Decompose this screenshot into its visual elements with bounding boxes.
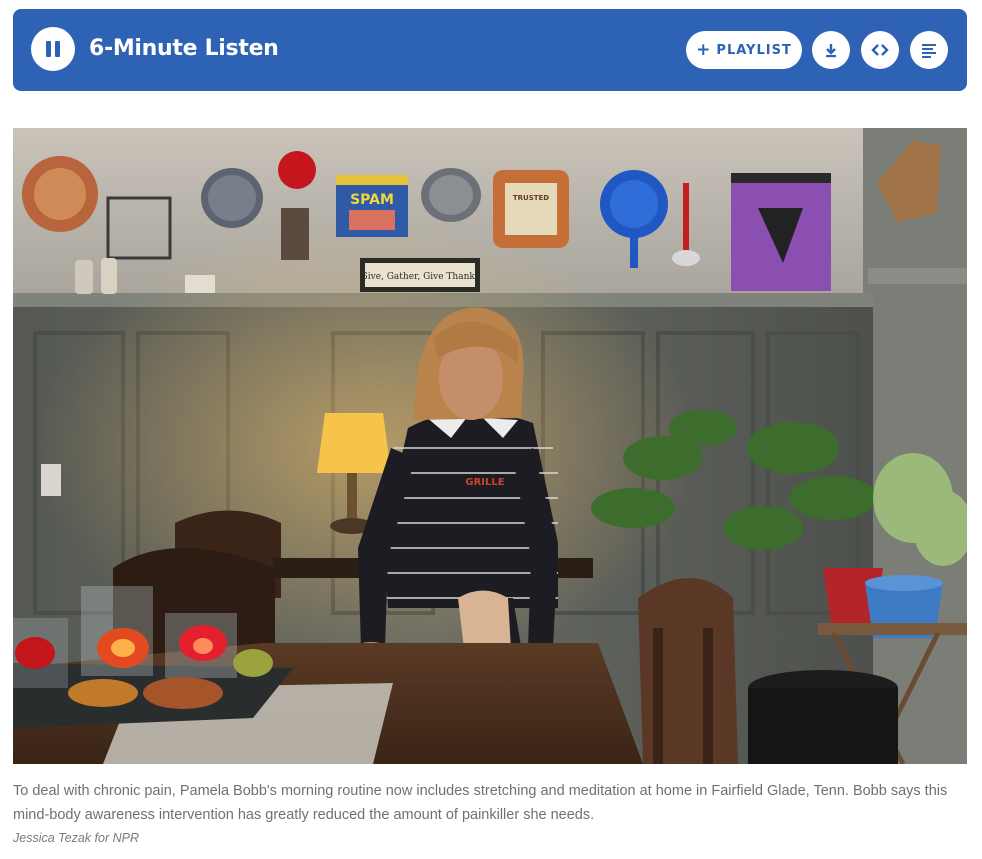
transcript-icon	[922, 44, 936, 58]
wall-sign-text: Give, Gather, Give Thanks	[361, 272, 480, 282]
player-title: 6-Minute Listen	[89, 36, 279, 61]
download-button[interactable]	[812, 31, 850, 69]
package-label: TRUSTED	[513, 194, 549, 202]
transcript-button[interactable]	[910, 31, 948, 69]
photo-credit: Jessica Tezak for NPR	[13, 831, 139, 845]
photo-caption: To deal with chronic pain, Pamela Bobb's…	[13, 783, 948, 823]
playlist-label: PLAYLIST	[716, 42, 792, 58]
download-icon	[826, 44, 836, 58]
pause-button[interactable]	[31, 27, 75, 71]
add-to-playlist-button[interactable]: + PLAYLIST	[686, 31, 802, 69]
photo-woman-stretching-at-table: SPAM TRUSTED Give, Gather, Give Thanks G…	[13, 128, 967, 764]
embed-icon	[871, 44, 889, 56]
article-photo: SPAM TRUSTED Give, Gather, Give Thanks G…	[13, 128, 967, 764]
pause-icon	[46, 41, 51, 57]
plus-icon: +	[696, 39, 711, 60]
spam-can-label: SPAM	[350, 192, 394, 208]
embed-button[interactable]	[861, 31, 899, 69]
audio-player-bar: 6-Minute Listen + PLAYLIST	[13, 9, 967, 91]
shirt-logo: GRILLE	[465, 477, 504, 488]
